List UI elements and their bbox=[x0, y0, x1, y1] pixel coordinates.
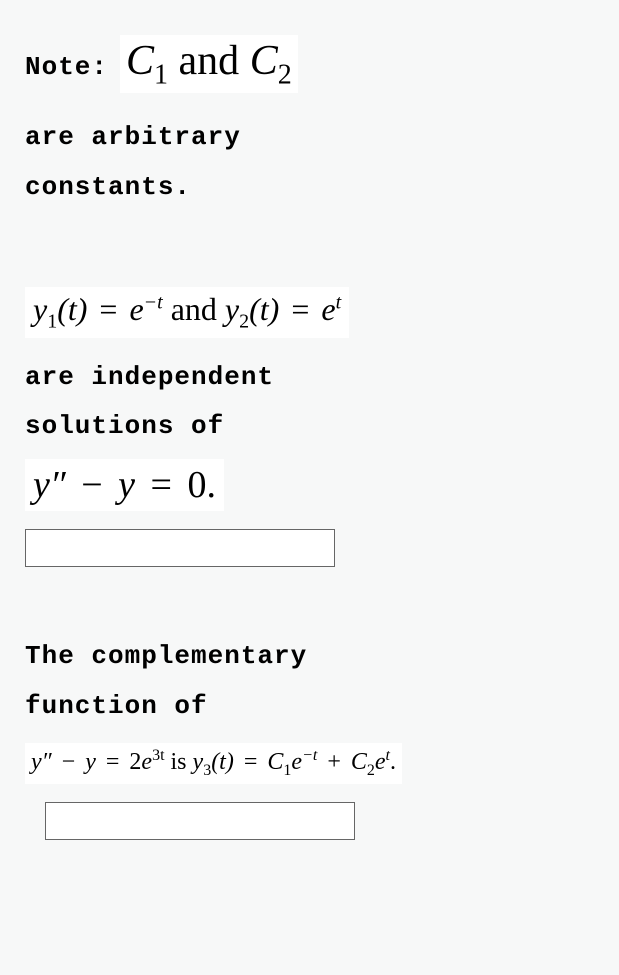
answer-input-2[interactable] bbox=[45, 802, 355, 840]
math-c1-c2: C1 and C2 bbox=[120, 35, 298, 93]
independent-line-2: solutions of bbox=[25, 402, 594, 451]
note-line-1: Note: C1 and C2 bbox=[25, 35, 594, 93]
complementary-line-1: The complementary bbox=[25, 632, 594, 681]
complementary-line-2: function of bbox=[25, 682, 594, 731]
independent-line-1: are independent bbox=[25, 353, 594, 402]
math-complementary-equation: y″ − y = 2e3t is y3(t) = C1e−t + C2et. bbox=[25, 743, 402, 784]
note-line-2: are arbitrary bbox=[25, 113, 594, 162]
answer-input-1[interactable] bbox=[25, 529, 335, 567]
math-ode-homogeneous: y″ − y = 0. bbox=[25, 459, 224, 511]
math-y1-y2-equation: y1(t) = e−t and y2(t) = et bbox=[25, 287, 349, 337]
note-line-3: constants. bbox=[25, 163, 594, 212]
note-label: Note: bbox=[25, 52, 108, 82]
note-block: Note: C1 and C2 are arbitrary constants. bbox=[25, 35, 594, 212]
complementary-function-block: The complementary function of y″ − y = 2… bbox=[25, 632, 594, 840]
independent-solutions-block: y1(t) = e−t and y2(t) = et are independe… bbox=[25, 287, 594, 567]
